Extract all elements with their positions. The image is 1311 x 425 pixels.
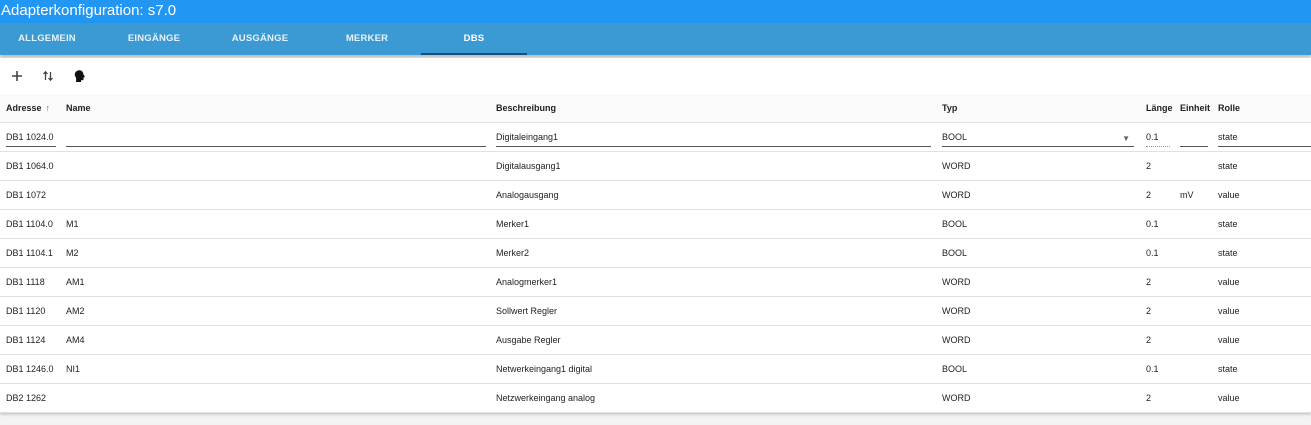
- cell-beschreibung: Netwerkeingang1 digital: [496, 364, 593, 374]
- window-title: Adapterkonfiguration: s7.0: [0, 0, 1311, 23]
- cell-rolle: state: [1218, 364, 1238, 374]
- cell-laenge: 0.1: [1146, 219, 1159, 229]
- cell-adresse: DB2 1262: [6, 393, 47, 403]
- cell-rolle: state: [1218, 219, 1238, 229]
- cell-typ: WORD: [942, 335, 971, 345]
- cell-name: AM1: [66, 277, 85, 287]
- cell-typ: BOOL: [942, 219, 968, 229]
- cell-typ: WORD: [942, 161, 971, 171]
- rolle-input[interactable]: state: [1218, 129, 1311, 147]
- column-header-einheit[interactable]: Einheit: [1180, 94, 1210, 123]
- table-row[interactable]: DB1 1120 AM2 Sollwert Regler WORD 2 valu…: [0, 297, 1311, 326]
- cell-typ: WORD: [942, 277, 971, 287]
- cell-laenge: 2: [1146, 306, 1152, 316]
- cell-name: AM2: [66, 306, 85, 316]
- table-row[interactable]: DB1 1104.0 M1 Merker1 BOOL 0.1 state: [0, 210, 1311, 239]
- cell-adresse: DB1 1118: [6, 277, 45, 287]
- column-header-name[interactable]: Name: [66, 94, 91, 123]
- cell-typ: WORD: [942, 306, 971, 316]
- cell-laenge: 2: [1146, 335, 1152, 345]
- tab-ausgaenge[interactable]: AUSGÄNGE: [213, 23, 307, 55]
- cell-adresse: DB1 1124: [6, 335, 46, 345]
- cell-rolle: state: [1218, 248, 1238, 258]
- tab-dbs[interactable]: DBS: [421, 23, 527, 55]
- head-icon[interactable]: [70, 67, 88, 85]
- cell-adresse: DB1 1072: [6, 190, 47, 200]
- table-row[interactable]: DB1 1246.0 NI1 Netwerkeingang1 digital B…: [0, 355, 1311, 384]
- cell-typ: WORD: [942, 190, 971, 200]
- table-row[interactable]: DB1 1118 AM1 Analogmerker1 WORD 2 value: [0, 268, 1311, 297]
- cell-typ: BOOL: [942, 248, 968, 258]
- table-row[interactable]: DB1 1104.1 M2 Merker2 BOOL 0.1 state: [0, 239, 1311, 268]
- cell-name: M1: [66, 219, 79, 229]
- cell-rolle: value: [1218, 335, 1240, 345]
- cell-laenge: 2: [1146, 393, 1152, 403]
- cell-beschreibung: Digitalausgang1: [496, 161, 561, 171]
- cell-beschreibung: Merker1: [496, 219, 530, 229]
- cell-beschreibung: Netzwerkeingang analog: [496, 393, 596, 403]
- cell-adresse: DB1 1104.1: [6, 248, 53, 258]
- tab-eingaenge[interactable]: EINGÄNGE: [107, 23, 201, 55]
- table-row[interactable]: DB2 1262 Netzwerkeingang analog WORD 2 v…: [0, 384, 1311, 413]
- cell-adresse: DB1 1104.0: [6, 219, 53, 229]
- typ-select[interactable]: BOOL ▼: [942, 129, 1134, 147]
- cell-adresse: DB1 1120: [6, 306, 46, 316]
- column-header-beschreibung[interactable]: Beschreibung: [496, 94, 556, 123]
- typ-select-value: BOOL: [942, 132, 968, 142]
- cell-typ: BOOL: [942, 364, 968, 374]
- cell-name: NI1: [66, 364, 81, 374]
- cell-laenge: 2: [1146, 161, 1152, 171]
- cell-laenge: 0.1: [1146, 248, 1159, 258]
- einheit-input[interactable]: [1180, 129, 1208, 147]
- table-row[interactable]: DB1 1064.0 Digitalausgang1 WORD 2 state: [0, 152, 1311, 181]
- cell-name: M2: [66, 248, 79, 258]
- tab-merker[interactable]: MERKER: [320, 23, 414, 55]
- cell-typ: WORD: [942, 393, 971, 403]
- column-header-rolle[interactable]: Rolle: [1218, 94, 1240, 123]
- tab-allgemein[interactable]: ALLGEMEIN: [0, 23, 94, 55]
- column-header-typ[interactable]: Typ: [942, 94, 957, 123]
- dropdown-arrow-icon: ▼: [1122, 134, 1130, 143]
- cell-rolle: value: [1218, 190, 1240, 200]
- sort-swap-icon[interactable]: [39, 67, 57, 85]
- cell-adresse: DB1 1246.0: [6, 364, 54, 374]
- table-row[interactable]: DB1 1072 Analogausgang WORD 2 mV value: [0, 181, 1311, 210]
- plus-icon[interactable]: [8, 67, 26, 85]
- cell-rolle: value: [1218, 277, 1240, 287]
- table-row-editing: DB1 1024.0 Digitaleingang1 BOOL ▼ 0.1 st…: [0, 123, 1311, 152]
- cell-adresse: DB1 1064.0: [6, 161, 54, 171]
- cell-rolle: value: [1218, 393, 1240, 403]
- cell-rolle: state: [1218, 161, 1238, 171]
- dbs-panel: Adresse ↑ Name Beschreibung Typ Länge Ein…: [0, 58, 1311, 413]
- laenge-input[interactable]: 0.1: [1146, 129, 1170, 147]
- toolbar: [0, 58, 1311, 94]
- adresse-input[interactable]: DB1 1024.0: [6, 129, 56, 147]
- cell-name: AM4: [66, 335, 85, 345]
- cell-beschreibung: Analogmerker1: [496, 277, 558, 287]
- cell-beschreibung: Ausgabe Regler: [496, 335, 561, 345]
- cell-rolle: value: [1218, 306, 1240, 316]
- cell-laenge: 2: [1146, 190, 1152, 200]
- column-header-adresse[interactable]: Adresse ↑: [6, 94, 50, 123]
- sort-arrow-icon: ↑: [45, 103, 51, 113]
- beschreibung-input[interactable]: Digitaleingang1: [496, 129, 931, 147]
- column-header-laenge[interactable]: Länge: [1146, 94, 1173, 123]
- name-input[interactable]: [66, 129, 486, 147]
- cell-beschreibung: Analogausgang: [496, 190, 559, 200]
- cell-laenge: 2: [1146, 277, 1152, 287]
- cell-beschreibung: Merker2: [496, 248, 530, 258]
- cell-laenge: 0.1: [1146, 364, 1159, 374]
- cell-beschreibung: Sollwert Regler: [496, 306, 558, 316]
- table-header: Adresse ↑ Name Beschreibung Typ Länge Ein…: [0, 94, 1311, 123]
- tab-bar: ALLGEMEIN EINGÄNGE AUSGÄNGE MERKER DBS: [0, 23, 1311, 55]
- table-row[interactable]: DB1 1124 AM4 Ausgabe Regler WORD 2 value: [0, 326, 1311, 355]
- cell-einheit: mV: [1180, 190, 1194, 200]
